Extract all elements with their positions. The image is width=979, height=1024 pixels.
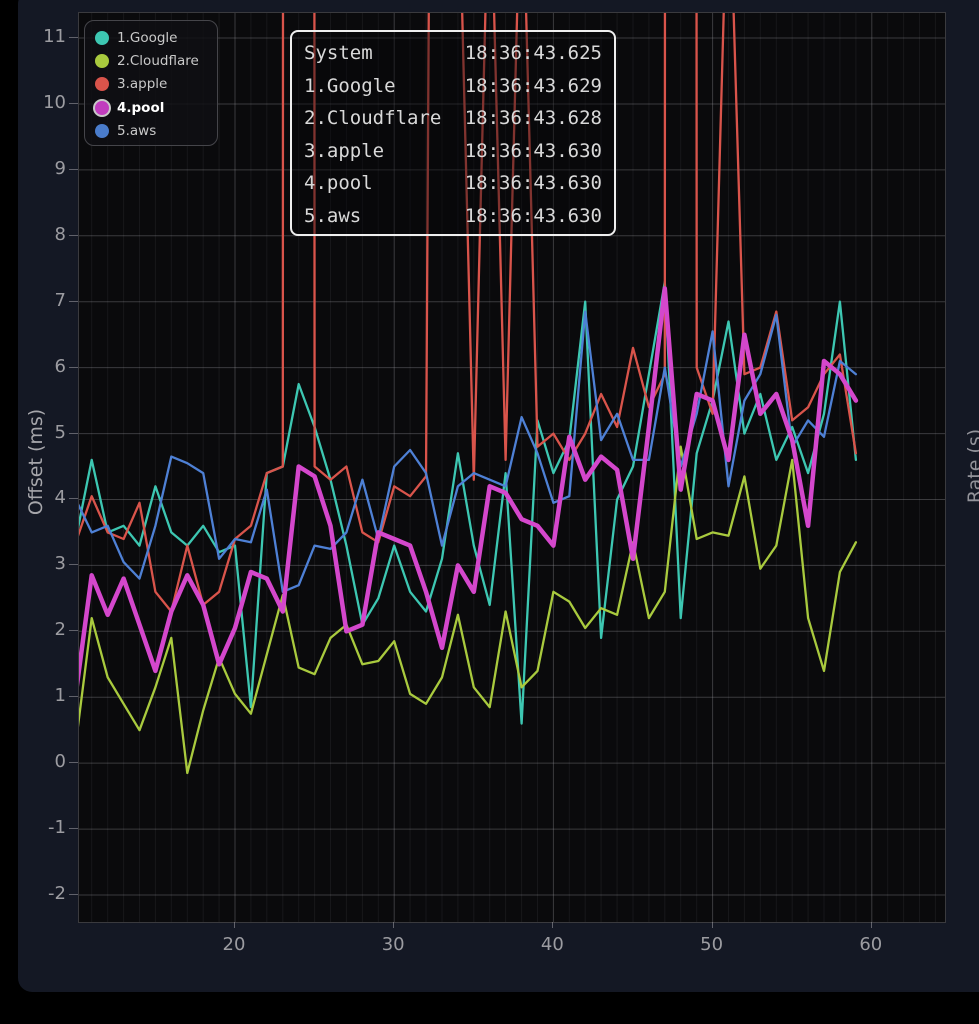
legend-item-label: 1.Google xyxy=(117,30,178,46)
tooltip-row-value: 18:36:43.630 xyxy=(465,140,602,162)
google-series-dot-icon xyxy=(95,31,109,45)
y-tick-mark xyxy=(69,828,78,829)
tooltip-row: 1.Google 18:36:43.629 xyxy=(304,70,602,103)
y-tick-label: 1 xyxy=(55,685,66,707)
y-tick-label: 11 xyxy=(43,26,66,48)
y-tick-label: 0 xyxy=(55,751,66,773)
tooltip-row-label: System xyxy=(304,42,465,64)
x-tick-label: 60 xyxy=(851,934,891,955)
y-tick-mark xyxy=(69,235,78,236)
tooltip-row: 2.Cloudflare 18:36:43.628 xyxy=(304,102,602,135)
y-tick-mark xyxy=(69,367,78,368)
apple-series-dot-icon xyxy=(95,77,109,91)
right-axis-label: Rate (s) xyxy=(964,429,979,503)
y-tick-label: -1 xyxy=(48,817,66,839)
y-tick-mark xyxy=(69,630,78,631)
tooltip-row-value: 18:36:43.625 xyxy=(465,42,602,64)
y-tick-mark xyxy=(69,894,78,895)
y-tick-mark xyxy=(69,37,78,38)
x-tick-mark xyxy=(871,922,872,928)
legend-item-label: 3.apple xyxy=(117,76,167,92)
tooltip-row: 3.apple 18:36:43.630 xyxy=(304,135,602,168)
legend-item-pool[interactable]: 4.pool xyxy=(95,96,217,119)
x-tick-mark xyxy=(393,922,394,928)
y-tick-label: 7 xyxy=(55,290,66,312)
app-screen: Offset (ms) Rate (s) -2-101234567891011 … xyxy=(0,0,979,1024)
x-tick-label: 20 xyxy=(214,934,254,955)
series-line-Cloudflare xyxy=(79,447,856,773)
y-tick-label: 5 xyxy=(55,422,66,444)
series-line-aws xyxy=(79,312,856,592)
tooltip-row-label: 1.Google xyxy=(304,75,465,97)
cloudflare-series-dot-icon xyxy=(95,54,109,68)
y-tick-mark xyxy=(69,433,78,434)
y-tick-mark xyxy=(69,301,78,302)
y-tick-label: 10 xyxy=(43,92,66,114)
y-tick-label: 2 xyxy=(55,619,66,641)
tooltip-row-value: 18:36:43.628 xyxy=(465,107,602,129)
legend-item-apple[interactable]: 3.apple xyxy=(95,73,217,96)
x-tick-label: 50 xyxy=(692,934,732,955)
legend-item-cloudflare[interactable]: 2.Cloudflare xyxy=(95,49,217,72)
legend-item-label: 2.Cloudflare xyxy=(117,53,199,69)
legend-item-google[interactable]: 1.Google xyxy=(95,26,217,49)
tooltip-row-value: 18:36:43.630 xyxy=(465,205,602,227)
x-tick-label: 30 xyxy=(373,934,413,955)
y-tick-mark xyxy=(69,498,78,499)
y-tick-mark xyxy=(69,103,78,104)
x-tick-mark xyxy=(234,922,235,928)
y-tick-mark xyxy=(69,762,78,763)
x-tick-mark xyxy=(552,922,553,928)
tooltip-row-label: 2.Cloudflare xyxy=(304,107,465,129)
y-tick-label: 9 xyxy=(55,158,66,180)
tooltip-row: 4.pool 18:36:43.630 xyxy=(304,167,602,200)
tooltip-row-value: 18:36:43.629 xyxy=(465,75,602,97)
tooltip-row: 5.aws 18:36:43.630 xyxy=(304,200,602,233)
y-tick-label: 3 xyxy=(55,553,66,575)
y-tick-mark xyxy=(69,564,78,565)
legend[interactable]: 1.Google 2.Cloudflare 3.apple 4.pool 5.a… xyxy=(84,20,218,146)
x-tick-label: 40 xyxy=(532,934,572,955)
time-tooltip: System 18:36:43.625 1.Google 18:36:43.62… xyxy=(290,30,616,236)
tooltip-row-label: 3.apple xyxy=(304,140,465,162)
x-tick-mark xyxy=(712,922,713,928)
legend-item-label: 5.aws xyxy=(117,123,156,139)
tooltip-row-label: 4.pool xyxy=(304,172,465,194)
y-tick-label: 8 xyxy=(55,224,66,246)
y-tick-label: 6 xyxy=(55,356,66,378)
tooltip-row-value: 18:36:43.630 xyxy=(465,172,602,194)
y-tick-label: -2 xyxy=(48,883,66,905)
pool-series-dot-icon xyxy=(95,101,109,115)
legend-item-label: 4.pool xyxy=(117,100,164,116)
aws-series-dot-icon xyxy=(95,124,109,138)
y-tick-mark xyxy=(69,696,78,697)
tooltip-row-label: 5.aws xyxy=(304,205,465,227)
tooltip-row: System 18:36:43.625 xyxy=(304,37,602,70)
y-axis-label: Offset (ms) xyxy=(25,409,47,515)
y-tick-mark xyxy=(69,169,78,170)
legend-item-aws[interactable]: 5.aws xyxy=(95,120,217,143)
y-tick-label: 4 xyxy=(55,487,66,509)
